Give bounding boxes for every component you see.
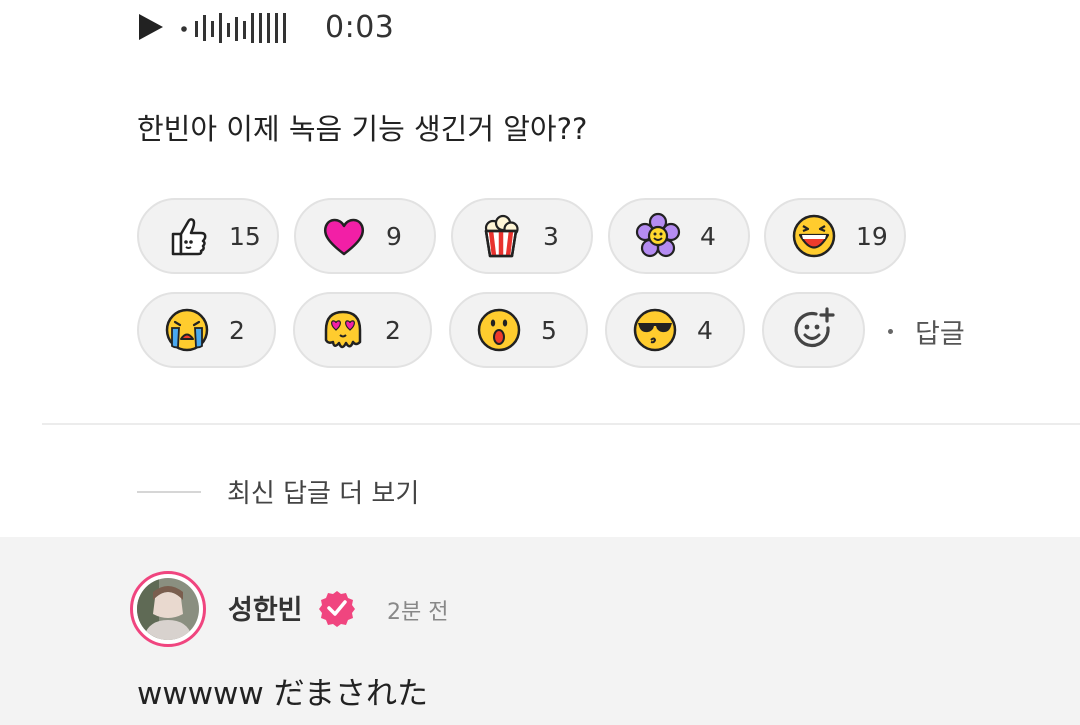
reaction-heart[interactable]: 9	[294, 198, 436, 274]
reaction-heart-eyes[interactable]: 2	[293, 292, 432, 368]
separator-dot	[888, 329, 893, 334]
more-replies-line	[137, 490, 201, 493]
reaction-thumbs-up[interactable]: 15	[137, 198, 279, 274]
reaction-count: 15	[229, 221, 261, 251]
reaction-count: 19	[856, 221, 888, 251]
reply-card: 성한빈 2분 전 wwwww だまされた	[0, 537, 1080, 725]
avatar[interactable]	[130, 571, 206, 647]
flower-icon	[635, 212, 681, 258]
reaction-count: 2	[229, 315, 245, 345]
sunglasses-face-icon	[633, 308, 677, 352]
comment-thread: 0:03 한빈아 이제 녹음 기능 생긴거 알아?? 15 9 3 4 19 2…	[0, 0, 1080, 725]
add-reaction-button[interactable]	[762, 292, 865, 368]
reaction-count: 5	[541, 315, 557, 345]
reply-link[interactable]: 답글	[888, 312, 965, 351]
reaction-sunglasses[interactable]: 4	[605, 292, 745, 368]
reply-text: wwwww だまされた	[137, 676, 429, 712]
waveform-icon	[181, 13, 286, 43]
reaction-crying[interactable]: 2	[137, 292, 276, 368]
crying-face-icon	[165, 308, 209, 352]
surprised-face-icon	[477, 308, 521, 352]
reaction-flower[interactable]: 4	[608, 198, 750, 274]
comment-text: 한빈아 이제 녹음 기능 생긴거 알아??	[137, 112, 588, 146]
laughing-face-icon	[792, 214, 836, 258]
heart-icon	[324, 218, 364, 256]
reaction-count: 9	[386, 221, 402, 251]
play-icon[interactable]	[137, 13, 165, 41]
more-replies-link[interactable]: 최신 답글 더 보기	[137, 473, 419, 510]
audio-duration: 0:03	[325, 9, 395, 45]
reaction-surprised[interactable]: 5	[449, 292, 588, 368]
avatar-image	[137, 578, 199, 640]
reaction-count: 3	[543, 221, 559, 251]
reaction-count: 4	[700, 221, 716, 251]
heart-eyes-face-icon	[324, 310, 362, 349]
divider	[42, 423, 1080, 425]
popcorn-icon	[484, 214, 519, 258]
reaction-popcorn[interactable]: 3	[451, 198, 593, 274]
reply-link-label: 답글	[915, 319, 965, 350]
reply-author-name[interactable]: 성한빈	[228, 588, 303, 627]
reaction-count: 4	[697, 315, 713, 345]
more-replies-label: 최신 답글 더 보기	[227, 479, 420, 509]
thumbs-up-icon	[171, 218, 207, 256]
verified-badge-icon	[319, 591, 355, 627]
reply-timestamp: 2분 전	[387, 600, 449, 625]
reaction-count: 2	[385, 315, 401, 345]
reaction-laughing[interactable]: 19	[764, 198, 906, 274]
audio-message: 0:03	[137, 6, 394, 48]
add-reaction-icon	[793, 307, 835, 348]
